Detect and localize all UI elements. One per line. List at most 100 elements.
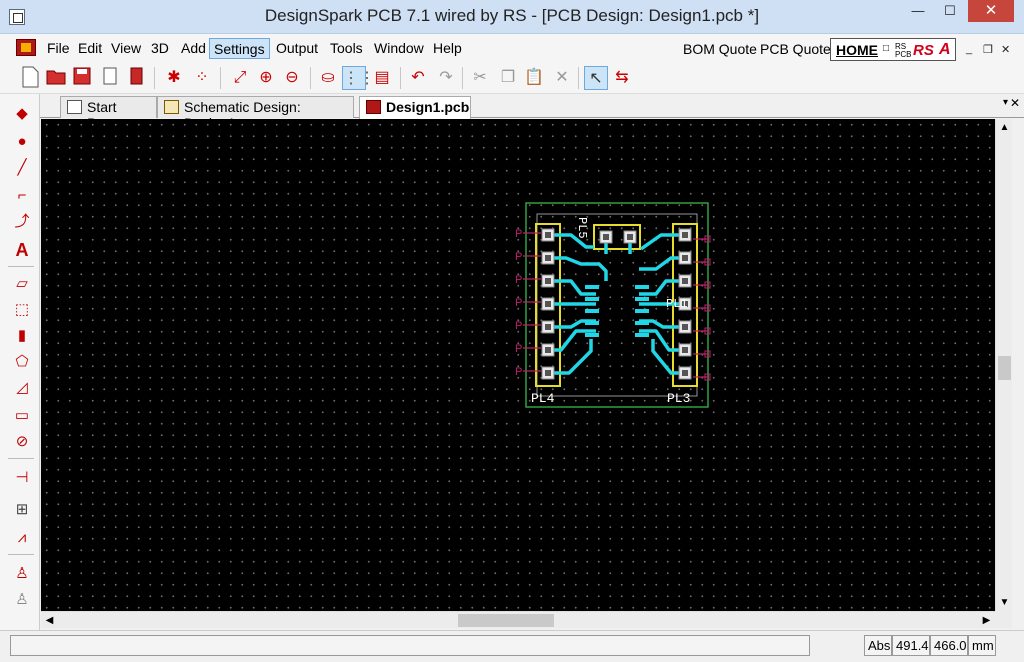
pcb-app-icon[interactable] xyxy=(16,39,36,56)
ic-pad xyxy=(585,321,599,325)
fill-bucket-icon[interactable]: ⛀ xyxy=(316,66,340,90)
tab-schematic-design[interactable]: Schematic Design: Design1 xyxy=(157,96,354,131)
pad-pl4-hole xyxy=(545,255,551,261)
pad-pl3-hole xyxy=(682,324,688,330)
close-button[interactable]: ✕ xyxy=(968,0,1014,22)
add-closed-shape-icon[interactable]: ◿ xyxy=(10,376,34,400)
mdi-close-icon[interactable]: ✕ xyxy=(1001,43,1010,56)
save-icon[interactable] xyxy=(70,66,94,90)
home-link[interactable]: HOME xyxy=(836,42,878,58)
copper-tracks xyxy=(548,233,685,375)
document-tabs: Start Page Schematic Design: Design1 Des… xyxy=(40,94,1024,131)
zoom-fit-icon[interactable]: ⤢ xyxy=(228,66,252,90)
menu-window[interactable]: Window xyxy=(370,38,428,59)
cart-icon[interactable]: □ xyxy=(883,43,889,54)
scroll-right-icon[interactable]: ▶ xyxy=(978,612,995,629)
tab-close-icon[interactable]: ✕ xyxy=(1010,96,1020,110)
ruler-icon[interactable]: ⊞ xyxy=(10,498,34,522)
pad-pl3-hole xyxy=(682,278,688,284)
grid-icon[interactable]: ⋮⋮ xyxy=(342,66,375,90)
ic-pad xyxy=(585,333,599,337)
measure-icon[interactable]: ⩘ xyxy=(10,526,34,550)
menu-tools[interactable]: Tools xyxy=(326,38,367,59)
scroll-down-icon[interactable]: ▼ xyxy=(996,594,1013,611)
rs-logo-icon[interactable]: RS xyxy=(913,42,934,59)
menu-edit[interactable]: Edit xyxy=(74,38,106,59)
menu-3d[interactable]: 3D xyxy=(147,38,173,59)
add-dashed-shape-icon[interactable]: ⬚ xyxy=(10,298,34,322)
pad-pl4-hole xyxy=(545,232,551,238)
add-text-icon[interactable]: A xyxy=(10,238,34,262)
vertical-scroll-thumb[interactable] xyxy=(998,356,1011,380)
horizontal-scroll-thumb[interactable] xyxy=(458,614,554,627)
gear-icon[interactable]: ✱ xyxy=(162,66,186,90)
tab-design1-pcb[interactable]: Design1.pcb xyxy=(359,96,471,119)
interaction-mode-icon[interactable]: ⇆ xyxy=(610,66,634,90)
design-rules-icon[interactable]: ⁘ xyxy=(190,66,214,90)
home-panel: HOME □ RS PCB RS A xyxy=(830,38,956,61)
pad-pl4-hole xyxy=(545,301,551,307)
horizontal-scrollbar[interactable]: ◀ ▶ xyxy=(41,611,995,628)
bom-quote-link[interactable]: BOM Quote xyxy=(683,41,757,57)
scroll-up-icon[interactable]: ▲ xyxy=(996,119,1013,136)
add-keepout-icon[interactable]: ♙ xyxy=(10,588,34,612)
undo-icon[interactable]: ↶ xyxy=(406,66,430,90)
delete-icon[interactable]: ✕ xyxy=(550,66,574,90)
mdi-restore-icon[interactable]: ❐ xyxy=(983,43,993,56)
tab-dropdown-icon[interactable]: ▾ xyxy=(1003,97,1008,108)
add-copper-icon[interactable]: ▮ xyxy=(10,324,34,348)
start-page-icon xyxy=(67,100,82,114)
add-track-icon[interactable]: ╱ xyxy=(10,156,34,180)
add-via-icon[interactable]: ● xyxy=(10,130,34,154)
menu-view[interactable]: View xyxy=(107,38,145,59)
mdi-minimize-icon[interactable]: _ xyxy=(966,43,972,55)
rs-pcb-icon[interactable]: RS PCB xyxy=(895,43,913,59)
minimize-button[interactable]: — xyxy=(904,0,932,22)
pcb-canvas[interactable]: PPPPPPP PL4 PL3 PL1 PL5 xyxy=(41,119,995,611)
pcb-board[interactable]: PPPPPPP PL4 PL3 PL1 PL5 xyxy=(41,119,995,611)
menu-file[interactable]: File xyxy=(43,38,74,59)
menu-settings[interactable]: Settings xyxy=(209,38,270,59)
library-book-icon[interactable] xyxy=(124,66,148,90)
new-file-icon[interactable] xyxy=(18,66,42,90)
document-icon[interactable] xyxy=(98,66,122,90)
maximize-button[interactable]: ☐ xyxy=(936,0,964,22)
menu-output[interactable]: Output xyxy=(272,38,322,59)
zoom-out-icon[interactable]: ⊖ xyxy=(280,66,304,90)
scroll-corner xyxy=(995,611,1012,628)
main-toolbar: ✱ ⁘ ⤢ ⊕ ⊖ ⛀ ⋮⋮ ▤ ↶ ↷ ✂ ❐ 📋 ✕ ↖ ⇆ xyxy=(0,62,1024,94)
pcb-quote-link[interactable]: PCB Quote xyxy=(760,41,831,57)
pad-pl4-hole xyxy=(545,278,551,284)
status-bar: Abs 491.4 466.0 mm xyxy=(0,630,1024,662)
add-circle-icon[interactable]: ⊘ xyxy=(10,430,34,454)
add-rectangle-icon[interactable]: ▭ xyxy=(10,404,34,428)
paste-icon[interactable]: 📋 xyxy=(522,66,546,90)
add-component-icon[interactable]: ◆ xyxy=(10,102,34,126)
cut-icon[interactable]: ✂ xyxy=(468,66,492,90)
menu-help[interactable]: Help xyxy=(429,38,466,59)
select-pointer-icon[interactable]: ↖ xyxy=(584,66,608,90)
pad-pl4-hole xyxy=(545,370,551,376)
menu-add[interactable]: Add xyxy=(177,38,210,59)
a-logo-icon[interactable]: A xyxy=(939,41,951,59)
add-dimension-icon[interactable]: ⊣ xyxy=(10,466,34,490)
add-shape-icon[interactable]: ▱ xyxy=(10,272,34,296)
pin-label-left: P xyxy=(515,343,522,355)
ic-pad xyxy=(635,285,649,289)
copy-icon[interactable]: ❐ xyxy=(496,66,520,90)
add-test-point-icon[interactable]: ♙ xyxy=(10,562,34,586)
tab-start-page[interactable]: Start Page xyxy=(60,96,157,131)
units-display[interactable]: mm xyxy=(968,635,996,656)
add-curved-track-icon[interactable]: ⤴ xyxy=(10,210,34,234)
scroll-left-icon[interactable]: ◀ xyxy=(41,612,58,629)
ic-pad xyxy=(635,309,649,313)
ic-pad xyxy=(585,309,599,313)
properties-icon[interactable]: ▤ xyxy=(370,66,394,90)
vertical-scrollbar[interactable]: ▲ ▼ xyxy=(995,119,1012,611)
add-polygon-icon[interactable]: ⬠ xyxy=(10,350,34,374)
redo-icon[interactable]: ↷ xyxy=(434,66,458,90)
zoom-in-icon[interactable]: ⊕ xyxy=(254,66,278,90)
open-file-icon[interactable] xyxy=(44,66,68,90)
add-angled-track-icon[interactable]: ⌐ xyxy=(10,184,34,208)
coordinate-mode[interactable]: Abs xyxy=(864,635,892,656)
